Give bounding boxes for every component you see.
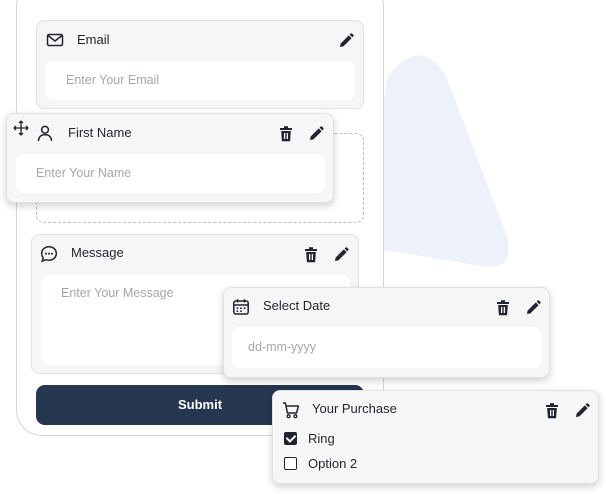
trash-icon[interactable] bbox=[302, 246, 320, 264]
option-label-option-2: Option 2 bbox=[308, 456, 358, 471]
message-label: Message bbox=[71, 245, 124, 260]
purchase-label: Your Purchase bbox=[312, 401, 397, 416]
trash-icon[interactable] bbox=[543, 402, 561, 420]
checkbox-option-2[interactable] bbox=[284, 457, 297, 470]
first-name-field-card[interactable]: First Name Enter Your Name bbox=[6, 113, 334, 203]
checkbox-ring[interactable] bbox=[284, 432, 297, 445]
option-label-ring: Ring bbox=[308, 431, 335, 446]
chat-bubble-icon bbox=[40, 245, 58, 263]
trash-icon[interactable] bbox=[277, 125, 295, 143]
pencil-icon[interactable] bbox=[337, 32, 355, 50]
date-field-card[interactable]: Select Date dd-mm-yyyy bbox=[223, 287, 550, 378]
cart-icon bbox=[282, 401, 300, 419]
calendar-icon bbox=[232, 298, 250, 316]
first-name-label: First Name bbox=[68, 125, 132, 140]
pencil-icon[interactable] bbox=[332, 246, 350, 264]
pencil-icon[interactable] bbox=[573, 402, 591, 420]
move-icon[interactable] bbox=[13, 120, 29, 136]
user-icon bbox=[36, 124, 54, 142]
trash-icon[interactable] bbox=[494, 299, 512, 317]
mail-icon bbox=[46, 31, 64, 49]
email-field-card[interactable]: Email Enter Your Email bbox=[36, 20, 364, 109]
email-input[interactable]: Enter Your Email bbox=[46, 61, 355, 100]
pencil-icon[interactable] bbox=[524, 299, 542, 317]
date-label: Select Date bbox=[263, 298, 331, 313]
pencil-icon[interactable] bbox=[307, 125, 325, 143]
email-label: Email bbox=[77, 32, 110, 47]
first-name-input[interactable]: Enter Your Name bbox=[16, 154, 325, 193]
purchase-field-card[interactable]: Your Purchase Ring Option 2 bbox=[272, 390, 599, 484]
date-input[interactable]: dd-mm-yyyy bbox=[232, 327, 542, 368]
